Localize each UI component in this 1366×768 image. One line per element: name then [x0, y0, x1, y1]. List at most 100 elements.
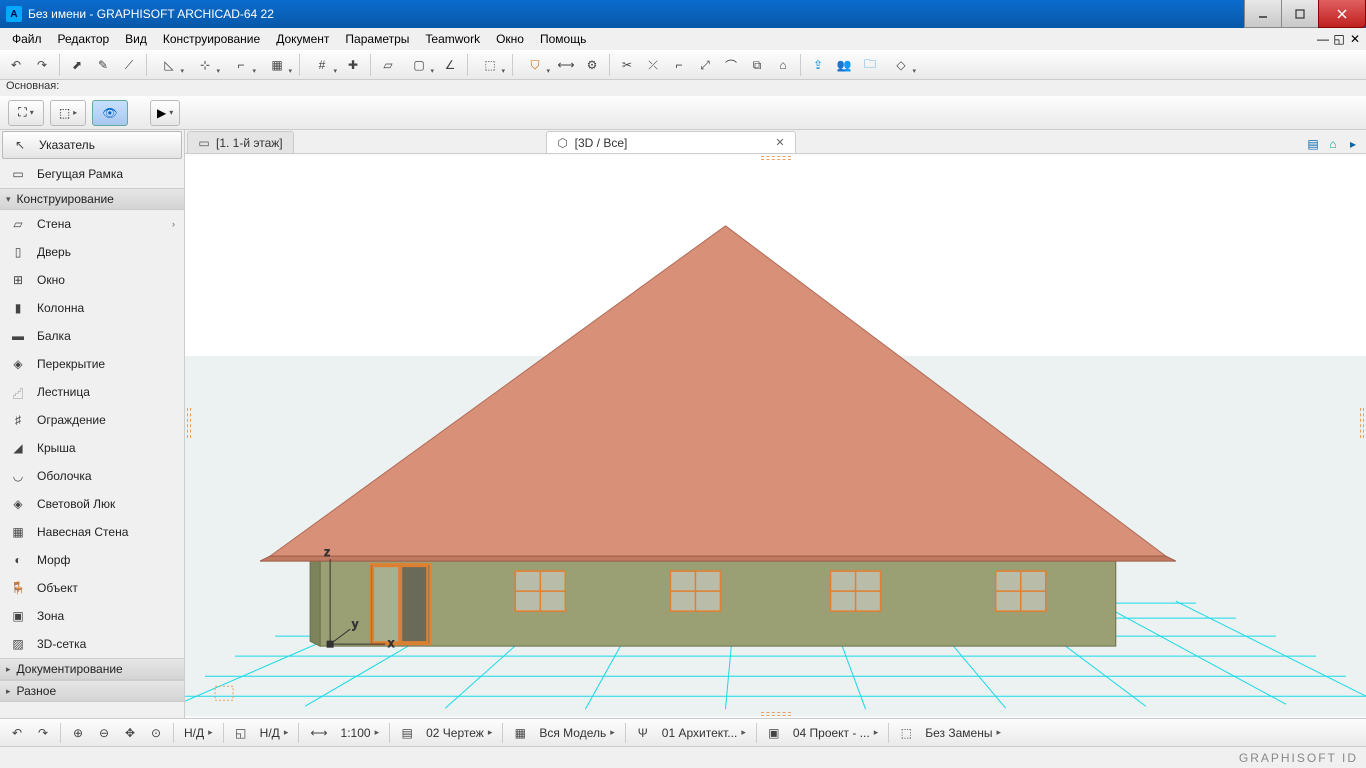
- release-button[interactable]: ◇▾: [884, 53, 918, 77]
- field-project[interactable]: 04 Проект - ...▸: [789, 726, 882, 740]
- tool-column[interactable]: ▮Колонна: [0, 294, 184, 322]
- close-button[interactable]: [1318, 0, 1366, 28]
- maximize-button[interactable]: [1281, 0, 1319, 28]
- field-model[interactable]: Вся Модель▸: [535, 726, 618, 740]
- view-mode-2-button[interactable]: ⬚▸: [50, 100, 86, 126]
- field-plane[interactable]: Н/Д▸: [256, 726, 293, 740]
- tool-railing[interactable]: ♯Ограждение: [0, 406, 184, 434]
- doc-minimize-icon[interactable]: —: [1316, 32, 1330, 46]
- zoom-out-button[interactable]: ⊖: [93, 722, 115, 744]
- field-scale[interactable]: 1:100▸: [337, 726, 384, 740]
- tool-wall[interactable]: ▱Стена›: [0, 210, 184, 238]
- angle-button[interactable]: ∠: [438, 53, 462, 77]
- intersect-button[interactable]: ⤢: [693, 53, 717, 77]
- arrow-mode-button[interactable]: ▶▾: [150, 100, 180, 126]
- field-arch[interactable]: 01 Архитект...▸: [658, 726, 750, 740]
- section-documentation[interactable]: ▸ Документирование: [0, 658, 184, 680]
- tool-beam[interactable]: ▬Балка: [0, 322, 184, 350]
- reserve-button[interactable]: 🗀: [858, 53, 882, 77]
- layers-icon: ▤: [396, 722, 418, 744]
- adjust-button[interactable]: ⌐: [667, 53, 691, 77]
- pick-button[interactable]: ⬈: [65, 53, 89, 77]
- shell-icon: ◡: [9, 467, 27, 485]
- dimension-button[interactable]: ⟷: [554, 53, 578, 77]
- undo-button[interactable]: ↶: [4, 53, 28, 77]
- menu-file[interactable]: Файл: [4, 30, 50, 48]
- view-mode-1-button[interactable]: ⛶▾: [8, 100, 44, 126]
- nav-back-button[interactable]: ↶: [6, 722, 28, 744]
- home-button[interactable]: ⌂: [771, 53, 795, 77]
- tab-list-icon[interactable]: ▤: [1304, 135, 1322, 153]
- section-design[interactable]: ▾ Конструирование: [0, 188, 184, 210]
- share-button[interactable]: ⇪: [806, 53, 830, 77]
- pan-button[interactable]: ✥: [119, 722, 141, 744]
- tab-nav-icon[interactable]: ▸: [1344, 135, 1362, 153]
- section-misc[interactable]: ▸ Разное: [0, 680, 184, 702]
- grid-snap-button[interactable]: ▦▾: [260, 53, 294, 77]
- tool-roof[interactable]: ◢Крыша: [0, 434, 184, 462]
- trace-button[interactable]: ⬚▾: [473, 53, 507, 77]
- tool-shell[interactable]: ◡Оболочка: [0, 462, 184, 490]
- zoom-in-button[interactable]: ⊕: [67, 722, 89, 744]
- svg-text:x: x: [388, 636, 394, 650]
- window-icon: ⊞: [9, 271, 27, 289]
- tool-zone[interactable]: ▣Зона: [0, 602, 184, 630]
- tool-slab[interactable]: ◈Перекрытие: [0, 350, 184, 378]
- morph-icon: ◐: [9, 551, 27, 569]
- trim-button[interactable]: ✂: [615, 53, 639, 77]
- cube-icon: ⬡: [557, 137, 569, 149]
- tab-3d[interactable]: ⬡ [3D / Все] ✕: [546, 131, 796, 153]
- fillet-button[interactable]: ⌒: [719, 53, 743, 77]
- grid-toggle-button[interactable]: #▾: [305, 53, 339, 77]
- view-mode-3-button[interactable]: 👁: [92, 100, 128, 126]
- minimize-button[interactable]: [1244, 0, 1282, 28]
- tab-floorplan[interactable]: ▭ [1. 1-й этаж]: [187, 131, 294, 153]
- doc-restore-icon[interactable]: ◱: [1332, 32, 1346, 46]
- tool-marquee[interactable]: ▭ Бегущая Рамка: [0, 160, 184, 188]
- teamwork-button[interactable]: 👥: [832, 53, 856, 77]
- field-orientation[interactable]: Н/Д▸: [180, 726, 217, 740]
- viewport-3d[interactable]: z x y: [185, 154, 1366, 718]
- fit-button[interactable]: ⊙: [145, 722, 167, 744]
- snap-button[interactable]: ⊹▾: [188, 53, 222, 77]
- menu-window[interactable]: Окно: [488, 30, 532, 48]
- nav-fwd-button[interactable]: ↷: [32, 722, 54, 744]
- field-drawing[interactable]: 02 Чертеж▸: [422, 726, 496, 740]
- menu-editor[interactable]: Редактор: [50, 30, 118, 48]
- guide-lines-button[interactable]: ◺▾: [152, 53, 186, 77]
- tool-skylight[interactable]: ◈Световой Люк: [0, 490, 184, 518]
- settings-button[interactable]: ⚙: [580, 53, 604, 77]
- redo-button[interactable]: ↷: [30, 53, 54, 77]
- wand-button[interactable]: ✎: [91, 53, 115, 77]
- bottom-toolbar: ↶ ↷ ⊕ ⊖ ✥ ⊙ Н/Д▸ ◱ Н/Д▸ ⟷ 1:100▸ ▤ 02 Че…: [0, 718, 1366, 746]
- split-button[interactable]: ⤫: [641, 53, 665, 77]
- cube-button[interactable]: ▢▾: [402, 53, 436, 77]
- eyedropper-button[interactable]: ⟋: [117, 53, 141, 77]
- doc-close-icon[interactable]: ✕: [1348, 32, 1362, 46]
- tab-home-icon[interactable]: ⌂: [1324, 135, 1342, 153]
- menu-document[interactable]: Документ: [268, 30, 337, 48]
- field-replace[interactable]: Без Замены▸: [921, 726, 1005, 740]
- toolbox-sidebar: ↖ Указатель ▭ Бегущая Рамка ▾ Конструиро…: [0, 130, 185, 718]
- tool-door[interactable]: ▯Дверь: [0, 238, 184, 266]
- menu-view[interactable]: Вид: [117, 30, 155, 48]
- menu-teamwork[interactable]: Teamwork: [417, 30, 488, 48]
- menu-design[interactable]: Конструирование: [155, 30, 268, 48]
- tool-object[interactable]: 🪑Объект: [0, 574, 184, 602]
- corner-snap-button[interactable]: ⌐▾: [224, 53, 258, 77]
- tool-pointer[interactable]: ↖ Указатель: [2, 131, 182, 159]
- tool-mesh[interactable]: ▨3D-сетка: [0, 630, 184, 658]
- tool-window[interactable]: ⊞Окно: [0, 266, 184, 294]
- menu-options[interactable]: Параметры: [337, 30, 417, 48]
- tool-morph[interactable]: ◐Морф: [0, 546, 184, 574]
- tab-close-icon[interactable]: ✕: [775, 136, 784, 149]
- renovation-button[interactable]: ⛉▾: [518, 53, 552, 77]
- tool-curtainwall[interactable]: ▦Навесная Стена: [0, 518, 184, 546]
- tool-stair[interactable]: 𓊍Лестница: [0, 378, 184, 406]
- slab-icon: ◈: [9, 355, 27, 373]
- offset-button[interactable]: ⧉: [745, 53, 769, 77]
- plane-icon[interactable]: ◱: [230, 722, 252, 744]
- plane-button[interactable]: ▱: [376, 53, 400, 77]
- ruler-button[interactable]: ✚: [341, 53, 365, 77]
- menu-help[interactable]: Помощь: [532, 30, 594, 48]
